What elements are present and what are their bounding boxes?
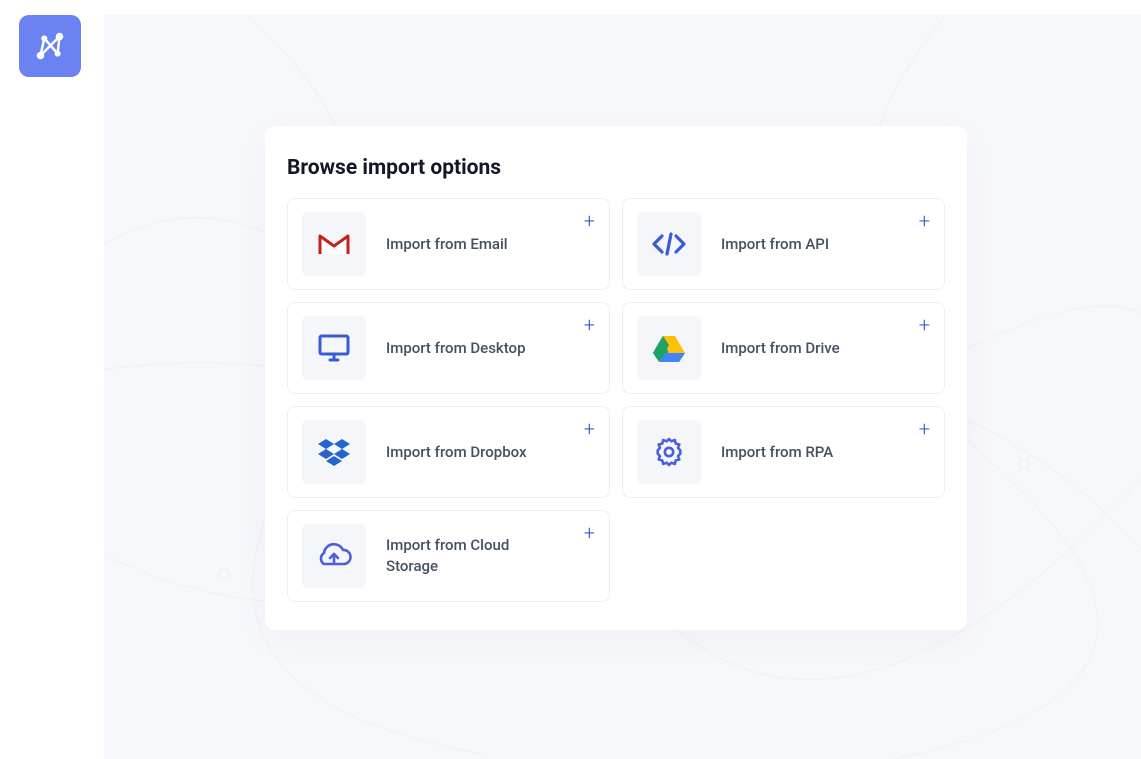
plus-icon: + — [584, 419, 595, 439]
desktop-icon — [302, 316, 366, 380]
plus-icon: + — [919, 315, 930, 335]
plus-icon: + — [919, 211, 930, 231]
option-rpa[interactable]: Import from RPA + — [622, 406, 945, 498]
option-label: Import from Desktop — [386, 338, 526, 359]
drive-icon — [637, 316, 701, 380]
options-grid: Import from Email + Import from API + — [287, 198, 945, 602]
network-icon — [31, 27, 69, 65]
app-logo[interactable] — [19, 15, 81, 77]
plus-icon: + — [584, 523, 595, 543]
option-cloud-storage[interactable]: Import from Cloud Storage + — [287, 510, 610, 602]
option-label: Import from Dropbox — [386, 442, 527, 463]
gmail-icon — [302, 212, 366, 276]
option-api[interactable]: Import from API + — [622, 198, 945, 290]
plus-icon: + — [584, 211, 595, 231]
main-canvas: Browse import options Import from Email … — [104, 14, 1141, 759]
card-title: Browse import options — [287, 156, 945, 180]
option-label: Import from RPA — [721, 442, 833, 463]
option-label: Import from Drive — [721, 338, 840, 359]
option-label: Import from Email — [386, 234, 508, 255]
gear-icon — [637, 420, 701, 484]
option-label: Import from API — [721, 234, 829, 255]
api-icon — [637, 212, 701, 276]
option-drive[interactable]: Import from Drive + — [622, 302, 945, 394]
plus-icon: + — [584, 315, 595, 335]
cloud-upload-icon — [302, 524, 366, 588]
option-dropbox[interactable]: Import from Dropbox + — [287, 406, 610, 498]
option-email[interactable]: Import from Email + — [287, 198, 610, 290]
dropbox-icon — [302, 420, 366, 484]
option-desktop[interactable]: Import from Desktop + — [287, 302, 610, 394]
import-options-card: Browse import options Import from Email … — [265, 126, 967, 630]
plus-icon: + — [919, 419, 930, 439]
option-label: Import from Cloud Storage — [386, 535, 536, 577]
